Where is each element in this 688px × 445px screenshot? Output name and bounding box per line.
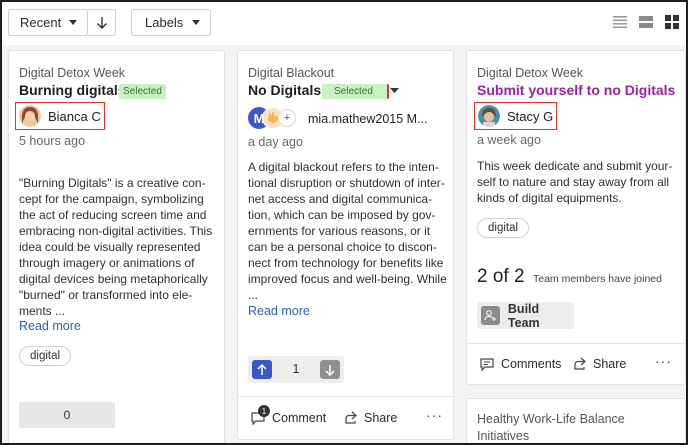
- grid-view-icon[interactable]: [664, 14, 680, 30]
- card-title[interactable]: Submit yourself to no Digitals: [477, 82, 675, 98]
- share-button[interactable]: Share: [343, 410, 397, 425]
- comments-label: Comments: [501, 357, 562, 371]
- chevron-down-icon: [192, 20, 200, 25]
- labels-dropdown-label: Labels: [145, 15, 184, 30]
- labels-dropdown[interactable]: Labels: [131, 9, 211, 36]
- tag-chip[interactable]: digital: [477, 218, 530, 238]
- share-label: Share: [364, 410, 398, 425]
- chevron-down-icon[interactable]: [390, 88, 399, 94]
- card-description: A digital blackout refers to the inten- …: [248, 160, 447, 302]
- author-name[interactable]: mia.mathew2015 M...: [308, 112, 428, 126]
- comment-icon: [480, 358, 494, 372]
- sort-direction-button[interactable]: [88, 9, 116, 36]
- share-button[interactable]: Share: [572, 356, 626, 371]
- comment-icon: 1: [250, 405, 270, 426]
- card-category: Digital Detox Week: [477, 66, 584, 80]
- comment-count-badge: 1: [258, 405, 270, 417]
- more-options-icon[interactable]: ···: [426, 407, 443, 423]
- sort-dropdown[interactable]: Recent: [8, 9, 88, 36]
- read-more-link[interactable]: Read more: [19, 319, 81, 333]
- app-frame: Recent Labels Digital Detox Week Burning…: [0, 0, 688, 445]
- sort-dropdown-label: Recent: [20, 15, 62, 30]
- add-user-icon: [481, 306, 500, 325]
- read-more-link[interactable]: Read more: [248, 304, 310, 318]
- vote-count: 0: [19, 402, 115, 428]
- arrow-down-icon: [96, 16, 107, 29]
- selected-badge: Selected: [119, 84, 166, 99]
- author-name: Stacy G: [507, 108, 554, 124]
- arrow-down-icon: [325, 364, 335, 376]
- downvote-button[interactable]: [320, 360, 340, 379]
- share-label: Share: [593, 356, 627, 371]
- divider: [238, 396, 453, 397]
- list-view-icon[interactable]: [612, 14, 628, 30]
- card-title[interactable]: Healthy Work-Life Balance Initiatives: [477, 411, 625, 443]
- comment-button[interactable]: 1 Comment: [250, 405, 327, 426]
- card-category: Digital Blackout: [248, 66, 335, 80]
- card-description: "Burning Digitals" is a creative con- ce…: [19, 176, 213, 318]
- add-member-icon[interactable]: +: [278, 109, 296, 127]
- vote-control: 1: [248, 356, 344, 383]
- idea-card[interactable]: Healthy Work-Life Balance Initiatives: [466, 398, 686, 443]
- comment-label: Comment: [272, 411, 327, 425]
- card-description: This week dedicate and submit your- self…: [477, 159, 673, 205]
- idea-card[interactable]: Digital Detox Week Burning digitals Sele…: [8, 50, 225, 443]
- avatar: [478, 105, 500, 127]
- card-title[interactable]: Burning digitals: [19, 82, 126, 98]
- selected-badge: Selected: [322, 84, 389, 99]
- card-title[interactable]: No Digitals: [248, 82, 321, 98]
- build-team-button[interactable]: Build Team: [477, 301, 574, 330]
- timestamp: a week ago: [477, 133, 541, 147]
- author-name: Bianca C: [48, 108, 101, 124]
- team-status-label: Team members have joined: [533, 273, 662, 285]
- compact-view-icon[interactable]: [638, 14, 654, 30]
- chevron-down-icon: [69, 20, 77, 25]
- share-icon: [345, 411, 357, 424]
- idea-card[interactable]: Digital Detox Week Submit yourself to no…: [466, 50, 686, 385]
- timestamp: a day ago: [248, 135, 303, 149]
- author-avatars[interactable]: M +: [248, 107, 300, 131]
- avatar: [19, 105, 41, 127]
- idea-card[interactable]: Digital Blackout No Digitals Selected M …: [237, 50, 454, 440]
- more-options-icon[interactable]: ···: [655, 353, 672, 369]
- view-switcher: [612, 14, 680, 30]
- toolbar: Recent Labels: [2, 2, 686, 45]
- build-team-label: Build Team: [507, 301, 540, 330]
- divider: [467, 343, 685, 344]
- author[interactable]: Stacy G: [474, 102, 557, 130]
- author[interactable]: Bianca C: [15, 102, 105, 130]
- team-count: 2 of 2: [477, 266, 525, 287]
- comments-button[interactable]: Comments: [479, 356, 561, 372]
- timestamp: 5 hours ago: [19, 134, 86, 148]
- tag-chip[interactable]: digital: [19, 346, 72, 366]
- card-category: Digital Detox Week: [19, 66, 126, 80]
- share-icon: [574, 357, 586, 370]
